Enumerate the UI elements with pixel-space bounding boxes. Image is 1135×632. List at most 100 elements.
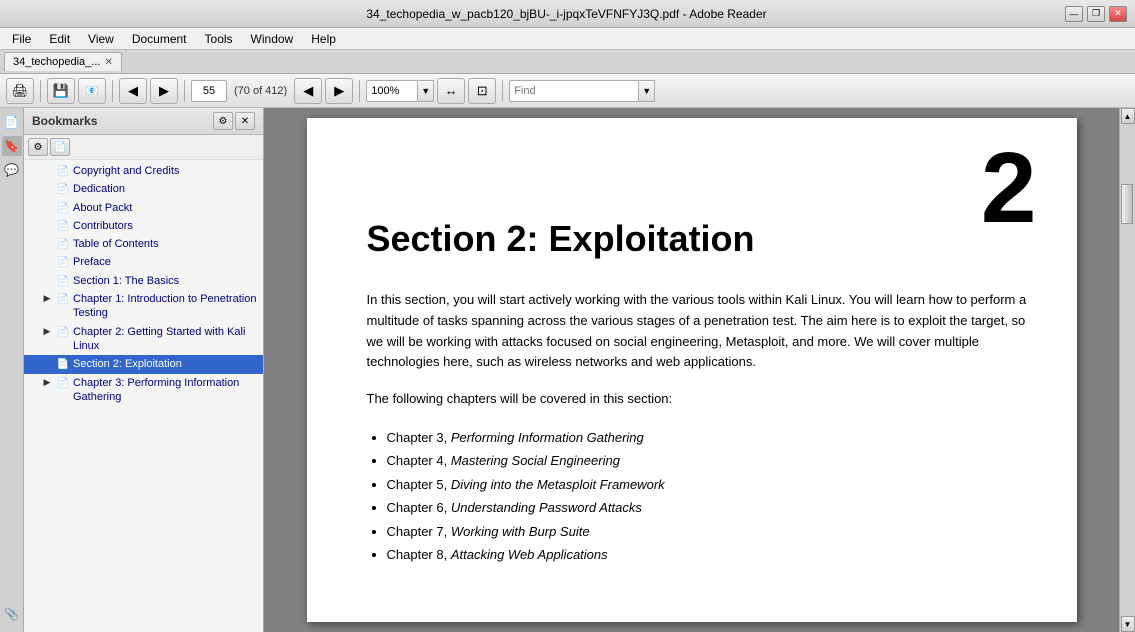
print-button[interactable]: 🖨 [6, 78, 34, 104]
menu-help[interactable]: Help [303, 30, 344, 48]
tab-label: 34_techopedia_... [13, 56, 100, 68]
chapter-title-6: Understanding Password Attacks [451, 500, 642, 515]
bookmark-item-preface[interactable]: 📄 Preface [24, 253, 263, 271]
bookmark-icon-section2: 📄 [56, 358, 70, 371]
list-item: Chapter 8, Attacking Web Applications [387, 543, 1027, 566]
bookmark-expand-button[interactable]: ⚙ [28, 138, 48, 156]
bookmark-toolbar: ⚙ 📄 [24, 135, 263, 160]
zoom-dropdown-button[interactable]: ▼ [418, 80, 434, 102]
expand-icon-chapter3: ▶ [40, 377, 54, 389]
forward-button[interactable]: ▶ [150, 78, 178, 104]
menu-window[interactable]: Window [243, 30, 302, 48]
scroll-up-button[interactable]: ▲ [1121, 108, 1135, 124]
bookmark-item-dedication[interactable]: 📄 Dedication [24, 180, 263, 198]
bookmark-icon-preface: 📄 [56, 256, 70, 269]
bookmark-label-dedication: Dedication [73, 182, 259, 196]
tab-bar: 34_techopedia_... ✕ [0, 50, 1135, 74]
back-button[interactable]: ◀ [119, 78, 147, 104]
zoom-input[interactable] [366, 80, 418, 102]
find-input[interactable] [509, 80, 639, 102]
bookmark-options-button[interactable]: ⚙ [213, 112, 233, 130]
bookmark-item-chapter1[interactable]: ▶ 📄 Chapter 1: Introduction to Penetrati… [24, 290, 263, 323]
bookmark-icon-aboutpackt: 📄 [56, 202, 70, 215]
scroll-down-button[interactable]: ▼ [1121, 616, 1135, 632]
menu-document[interactable]: Document [124, 30, 195, 48]
menu-view[interactable]: View [80, 30, 122, 48]
chapter-title-7: Working with Burp Suite [451, 524, 590, 539]
chapter-list: Chapter 3, Performing Information Gather… [387, 426, 1027, 566]
pdf-scrollbar: ▲ ▼ [1119, 108, 1135, 632]
toolbar-separator-1 [40, 80, 41, 102]
bookmark-label-preface: Preface [73, 255, 259, 269]
menu-file[interactable]: File [4, 30, 39, 48]
expand-icon-chapter2: ▶ [40, 326, 54, 338]
bookmark-item-copyright[interactable]: 📄 Copyright and Credits [24, 162, 263, 180]
bookmark-icon-chapter3: 📄 [56, 377, 70, 390]
pdf-area: 2 Section 2: Exploitation In this sectio… [264, 108, 1119, 632]
tab-close-button[interactable]: ✕ [104, 57, 112, 68]
page-number-input[interactable] [191, 80, 227, 102]
scroll-thumb[interactable] [1121, 184, 1133, 224]
list-item: Chapter 4, Mastering Social Engineering [387, 449, 1027, 472]
find-dropdown-button[interactable]: ▼ [639, 80, 655, 102]
list-item: Chapter 5, Diving into the Metasploit Fr… [387, 473, 1027, 496]
document-tab[interactable]: 34_techopedia_... ✕ [4, 52, 122, 71]
bookmark-icon-dedication: 📄 [56, 183, 70, 196]
restore-button[interactable]: ❐ [1087, 6, 1105, 22]
bookmark-icon-contributors: 📄 [56, 220, 70, 233]
toolbar-separator-2 [112, 80, 113, 102]
bookmark-item-chapter3[interactable]: ▶ 📄 Chapter 3: Performing Information Ga… [24, 374, 263, 407]
find-group: ▼ [509, 80, 655, 102]
sidebar-icons: 📄 🔖 💬 📎 [0, 108, 24, 632]
bookmark-item-chapter2[interactable]: ▶ 📄 Chapter 2: Getting Started with Kali… [24, 323, 263, 356]
bookmark-item-aboutpackt[interactable]: 📄 About Packt [24, 199, 263, 217]
bookmark-panel-close-button[interactable]: ✕ [235, 112, 255, 130]
bookmark-panel-header: Bookmarks ⚙ ✕ [24, 108, 263, 135]
toolbar-separator-4 [359, 80, 360, 102]
sidebar-icon-comments[interactable]: 💬 [2, 160, 22, 180]
email-button[interactable]: 📧 [78, 78, 106, 104]
bookmark-label-toc: Table of Contents [73, 237, 259, 251]
menu-tools[interactable]: Tools [197, 30, 241, 48]
save-button[interactable]: 💾 [47, 78, 75, 104]
minimize-button[interactable]: — [1065, 6, 1083, 22]
sidebar-icon-attachments[interactable]: 📎 [2, 604, 22, 624]
section-title: Section 2: Exploitation [367, 218, 1027, 260]
bookmark-add-button[interactable]: 📄 [50, 138, 70, 156]
bookmark-label-section2: Section 2: Exploitation [73, 357, 259, 371]
bookmark-label-chapter2: Chapter 2: Getting Started with Kali Lin… [73, 325, 259, 354]
pdf-page: 2 Section 2: Exploitation In this sectio… [307, 118, 1077, 622]
bookmark-item-contributors[interactable]: 📄 Contributors [24, 217, 263, 235]
close-button[interactable]: ✕ [1109, 6, 1127, 22]
chapter-title-5: Diving into the Metasploit Framework [451, 477, 665, 492]
bookmark-label-section1: Section 1: The Basics [73, 274, 259, 288]
page-info: (70 of 412) [230, 85, 291, 97]
bookmark-label-contributors: Contributors [73, 219, 259, 233]
body-text-2: The following chapters will be covered i… [367, 389, 1027, 410]
window-controls: — ❐ ✕ [1065, 6, 1127, 22]
fit-width-button[interactable]: ↔ [437, 78, 465, 104]
bookmark-item-toc[interactable]: 📄 Table of Contents [24, 235, 263, 253]
fit-page-button[interactable]: ⊡ [468, 78, 496, 104]
chapter-title-4: Mastering Social Engineering [451, 453, 620, 468]
prev-page-button[interactable]: ◀ [294, 78, 322, 104]
next-page-button[interactable]: ▶ [325, 78, 353, 104]
menu-bar: File Edit View Document Tools Window Hel… [0, 28, 1135, 50]
list-item: Chapter 6, Understanding Password Attack… [387, 496, 1027, 519]
bookmark-item-section2[interactable]: 📄 Section 2: Exploitation [24, 355, 263, 373]
list-item: Chapter 3, Performing Information Gather… [387, 426, 1027, 449]
chapter-title-3: Performing Information Gathering [451, 430, 644, 445]
window-title: 34_techopedia_w_pacb120_bjBU-_i-jpqxTeVF… [68, 7, 1065, 21]
bookmark-label-copyright: Copyright and Credits [73, 164, 259, 178]
chapter-title-8: Attacking Web Applications [451, 547, 608, 562]
bookmark-label-chapter3: Chapter 3: Performing Information Gather… [73, 376, 259, 405]
sidebar-icon-pages[interactable]: 📄 [2, 112, 22, 132]
menu-edit[interactable]: Edit [41, 30, 78, 48]
body-text-1: In this section, you will start actively… [367, 290, 1027, 373]
scroll-track[interactable] [1120, 124, 1135, 616]
bookmark-icon-section1: 📄 [56, 275, 70, 288]
toolbar-separator-3 [184, 80, 185, 102]
bookmark-controls: ⚙ ✕ [213, 112, 255, 130]
bookmark-item-section1[interactable]: 📄 Section 1: The Basics [24, 272, 263, 290]
sidebar-icon-bookmarks[interactable]: 🔖 [2, 136, 22, 156]
